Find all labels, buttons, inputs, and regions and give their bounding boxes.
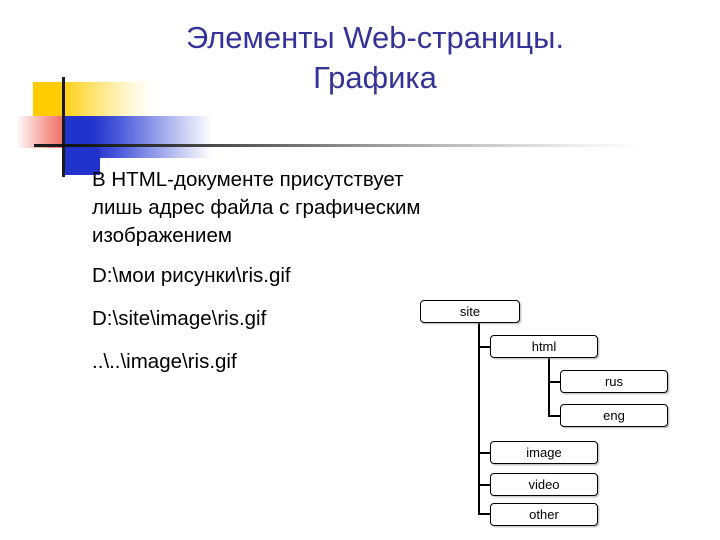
tree-node-rus[interactable]: rus xyxy=(560,370,668,393)
tree-node-image[interactable]: image xyxy=(490,441,598,464)
presentation-slide: Элементы Web-страницы. Графика В HTML-до… xyxy=(0,0,720,540)
title-divider xyxy=(62,144,642,147)
tree-node-site[interactable]: site xyxy=(420,300,520,323)
body-text-block: В HTML-документе присутствует лишь адрес… xyxy=(92,166,422,391)
file-path-absolute-local: D:\мои рисунки\ris.gif xyxy=(92,264,291,287)
tree-node-video[interactable]: video xyxy=(490,473,598,496)
tree-connector-html-trunk xyxy=(548,358,551,416)
decoration-vertical-line xyxy=(62,77,65,177)
directory-tree-diagram: site html rus eng image video other xyxy=(412,292,712,540)
corner-decoration xyxy=(0,60,230,177)
tree-node-eng[interactable]: eng xyxy=(560,404,668,427)
file-path-absolute-site: D:\site\image\ris.gif xyxy=(92,307,267,330)
body-paragraph: В HTML-документе присутствует лишь адрес… xyxy=(92,168,421,247)
decoration-yellow-block xyxy=(33,82,153,118)
file-path-relative: ..\..\image\ris.gif xyxy=(92,350,237,373)
tree-node-html[interactable]: html xyxy=(490,335,598,358)
tree-node-other[interactable]: other xyxy=(490,503,598,526)
